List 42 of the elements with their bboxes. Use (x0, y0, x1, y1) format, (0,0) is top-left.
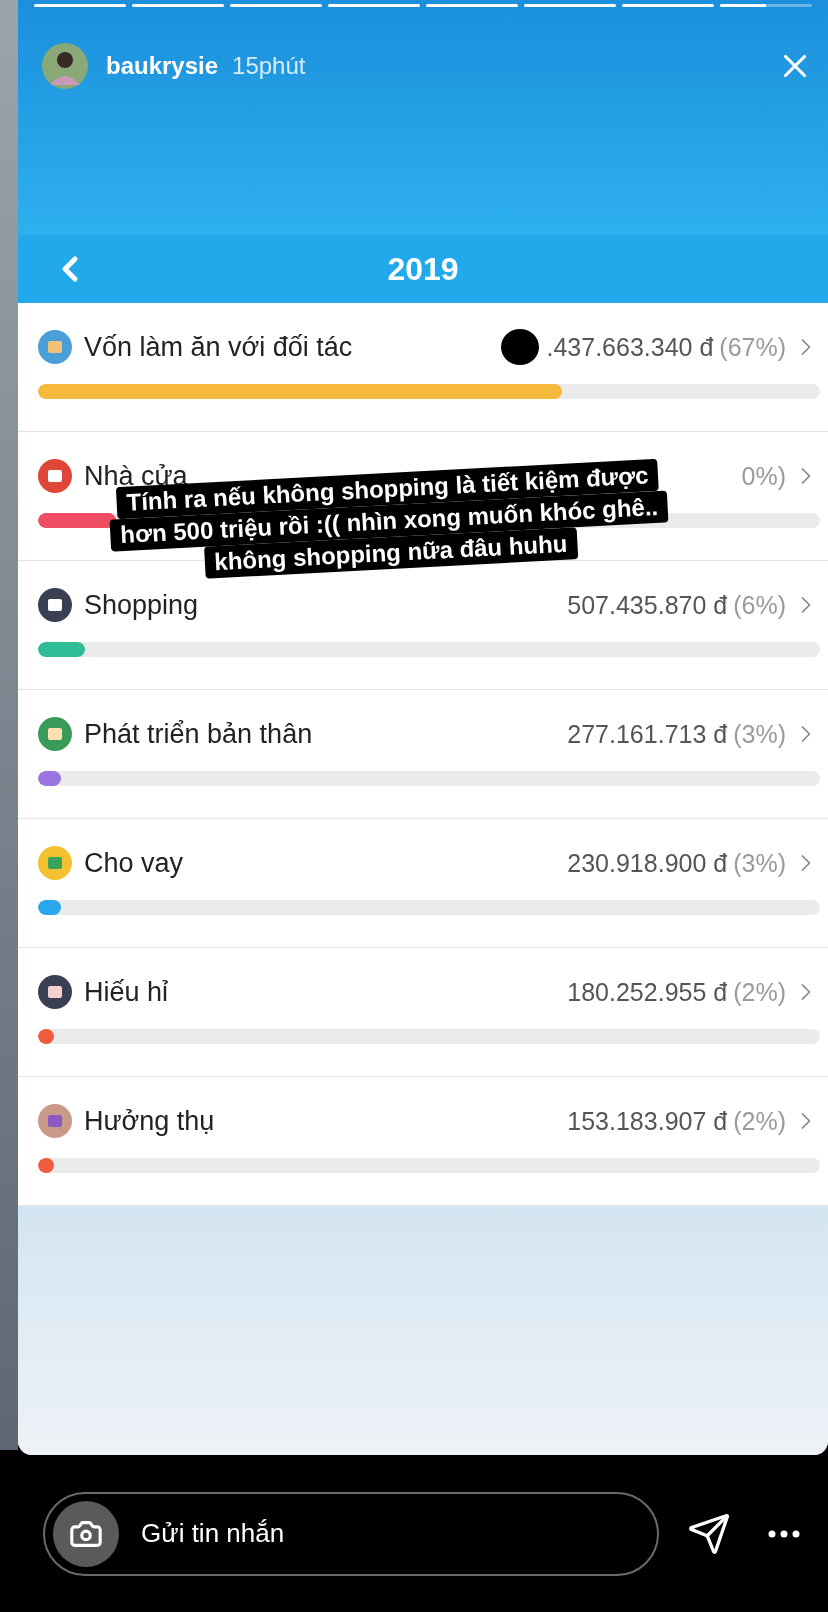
message-field[interactable]: Gửi tin nhắn (43, 1491, 659, 1576)
category-amount: .437.663.340 đ (546, 331, 714, 363)
message-input[interactable]: Gửi tin nhắn (141, 1514, 541, 1553)
send-icon (687, 1511, 731, 1556)
category-icon (38, 330, 72, 365)
category-name: Hiếu hỉ (84, 976, 169, 1009)
category-amount: 230.918.900 đ (567, 847, 728, 879)
category-name: Cho vay (84, 847, 184, 880)
category-amount: 153.183.907 đ (567, 1105, 728, 1137)
category-row[interactable]: Cho vay 230.918.900 đ (3%) (18, 819, 828, 948)
category-row[interactable]: Hiếu hỉ 180.252.955 đ (2%) (18, 948, 828, 1077)
category-row[interactable]: Phát triển bản thân 277.161.713 đ (3%) (18, 690, 828, 819)
category-name: Shopping (84, 589, 199, 622)
post-time: 15phút (232, 51, 306, 81)
category-icon (38, 846, 72, 881)
category-percent: (67%) (719, 331, 786, 363)
category-percent: (3%) (733, 718, 786, 750)
category-icon (38, 1104, 72, 1139)
category-name: Vốn làm ăn với đối tác (84, 331, 353, 364)
category-icon (38, 459, 72, 494)
category-percent: (6%) (733, 589, 786, 621)
username: baukrysie (106, 51, 219, 81)
send-button[interactable] (687, 1511, 731, 1556)
more-icon (768, 1529, 800, 1538)
category-amount: 277.161.713 đ (567, 718, 728, 750)
category-name: Hưởng thụ (84, 1105, 215, 1138)
year-title: 2019 (387, 250, 459, 289)
category-icon (38, 975, 72, 1010)
category-icon (38, 717, 72, 752)
category-icon (38, 588, 72, 623)
category-percent: 0%) (741, 460, 786, 492)
camera-button[interactable] (53, 1500, 119, 1567)
category-row[interactable]: Vốn làm ăn với đối tác .437.663.340 đ (67%) (18, 303, 828, 432)
category-row[interactable]: Hưởng thụ 153.183.907 đ (2%) (18, 1077, 828, 1206)
category-percent: (2%) (733, 976, 786, 1008)
category-amount: 180.252.955 đ (567, 976, 728, 1008)
category-percent: (2%) (733, 1105, 786, 1137)
category-percent: (3%) (733, 847, 786, 879)
category-amount: 507.435.870 đ (567, 589, 728, 621)
avatar (42, 43, 88, 89)
more-button[interactable] (768, 1529, 800, 1538)
category-name: Phát triển bản thân (84, 718, 313, 751)
